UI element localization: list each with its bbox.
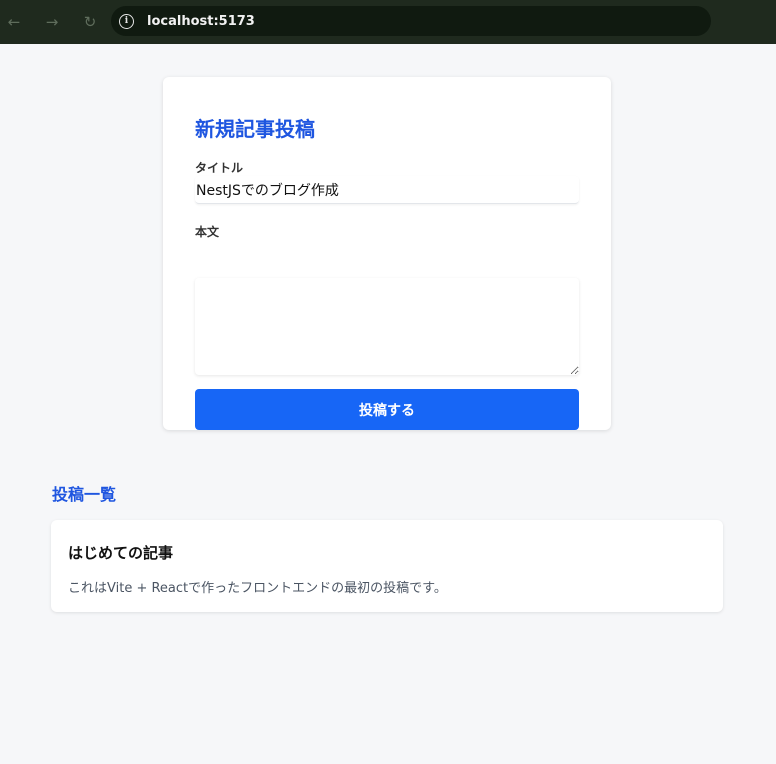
forward-arrow-icon[interactable]: →: [42, 12, 62, 32]
post-title: はじめての記事: [68, 544, 174, 562]
submit-button[interactable]: 投稿する: [195, 389, 579, 430]
post-card: はじめての記事 これはVite + Reactで作ったフロントエンドの最初の投稿…: [51, 520, 723, 612]
title-label: タイトル: [195, 161, 244, 175]
post-list-heading: 投稿一覧: [52, 485, 117, 504]
browser-toolbar: ← → ↻ i localhost:5173: [0, 0, 776, 44]
page-content: 新規記事投稿 タイトル 本文 投稿する 投稿一覧 はじめての記事 これはVite…: [0, 44, 776, 764]
body-label: 本文: [195, 225, 220, 239]
info-icon[interactable]: i: [119, 13, 134, 29]
new-post-form: 新規記事投稿 タイトル 本文 投稿する: [163, 77, 611, 430]
back-arrow-icon[interactable]: ←: [4, 12, 24, 32]
reload-icon[interactable]: ↻: [80, 12, 100, 32]
title-input[interactable]: [195, 176, 579, 204]
url-text: localhost:5173: [147, 13, 255, 29]
address-bar[interactable]: i localhost:5173: [111, 6, 711, 36]
post-body: これはVite + Reactで作ったフロントエンドの最初の投稿です。: [68, 581, 447, 596]
form-title: 新規記事投稿: [195, 117, 315, 141]
body-textarea[interactable]: [195, 278, 579, 375]
